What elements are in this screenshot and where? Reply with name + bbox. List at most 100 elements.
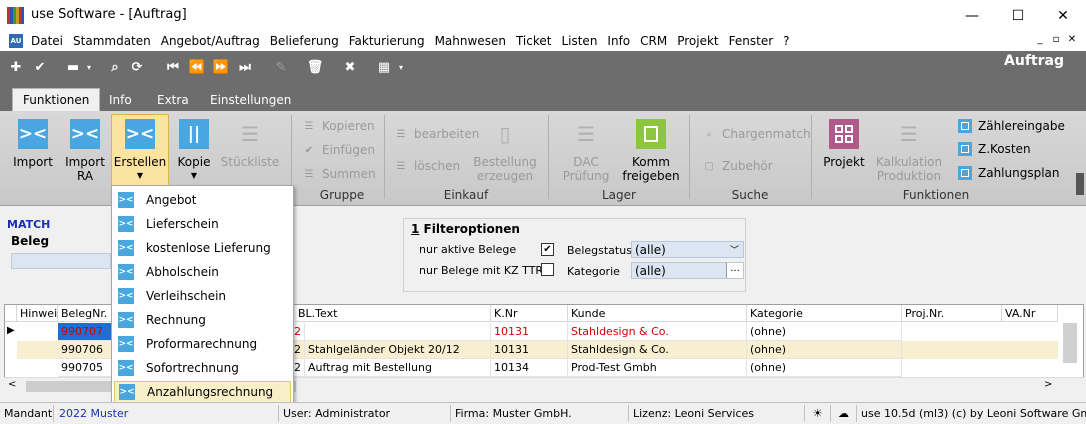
- print-icon[interactable]: ▬: [64, 58, 82, 76]
- sun-icon[interactable]: ☀: [805, 405, 831, 422]
- dac-pruefung-button[interactable]: ☰ DAC Prüfung: [561, 119, 611, 183]
- search-icon[interactable]: ⌕: [106, 58, 124, 76]
- nur-kz-ttr-checkbox[interactable]: [541, 263, 554, 276]
- mdi-app-icon[interactable]: AU: [9, 34, 23, 48]
- cancel-x-icon[interactable]: ✖: [341, 58, 359, 76]
- projekt-button[interactable]: Projekt: [822, 119, 866, 169]
- grid-vscroll-thumb[interactable]: [1063, 323, 1077, 363]
- col-kunde[interactable]: Kunde: [568, 305, 747, 322]
- first-record-icon[interactable]: ⏮: [164, 58, 182, 76]
- menu-info[interactable]: Info: [607, 34, 630, 48]
- print-dropdown-icon[interactable]: ▾: [84, 58, 94, 76]
- row2-knr[interactable]: 10131: [491, 341, 568, 359]
- menu-angebot-auftrag[interactable]: Angebot/Auftrag: [161, 34, 260, 48]
- menu-item-angebot[interactable]: >< Angebot: [114, 189, 291, 211]
- row2-kunde[interactable]: Stahldesign & Co.: [568, 341, 747, 359]
- z-kosten-button[interactable]: Z.Kosten: [958, 142, 1031, 156]
- komm-freigeben-button[interactable]: Komm freigeben: [622, 119, 680, 183]
- row2-belegnr[interactable]: 990706: [58, 341, 113, 359]
- row1-knr[interactable]: 10131: [491, 323, 568, 341]
- next-record-icon[interactable]: ⏩: [212, 58, 230, 76]
- col-belegnr[interactable]: BelegNr.: [58, 305, 113, 322]
- edit-pen-icon[interactable]: ✎: [272, 58, 290, 76]
- menu-help[interactable]: ?: [783, 34, 789, 48]
- menu-item-sofortrechnung[interactable]: >< Sofortrechnung: [114, 357, 291, 379]
- col-knr[interactable]: K.Nr: [491, 305, 568, 322]
- loeschen-button[interactable]: ☰ löschen: [394, 159, 461, 173]
- row1-kunde[interactable]: Stahldesign & Co.: [568, 323, 747, 341]
- einfuegen-button[interactable]: ✔ Einfügen: [302, 143, 375, 157]
- row3-belegnr[interactable]: 990705: [58, 359, 113, 377]
- col-projnr[interactable]: Proj.Nr.: [902, 305, 1002, 322]
- nur-aktive-checkbox[interactable]: ✔: [541, 243, 554, 256]
- menu-item-lieferschein[interactable]: >< Lieferschein: [114, 213, 291, 235]
- row3-kunde[interactable]: Prod-Test Gmbh: [568, 359, 747, 377]
- tab-extra[interactable]: Extra: [147, 88, 199, 111]
- ribbon-scroll-handle[interactable]: [1076, 173, 1084, 195]
- row3-kategorie[interactable]: (ohne): [747, 359, 902, 377]
- scroll-right-icon[interactable]: >: [1044, 379, 1052, 390]
- beleg-input[interactable]: [11, 253, 111, 269]
- belegstatus-select[interactable]: (alle) ﹀: [631, 241, 744, 258]
- kopie-button[interactable]: || Kopie ▼: [176, 119, 212, 183]
- add-icon[interactable]: ✚: [7, 58, 25, 76]
- mdi-close-icon[interactable]: ✕: [1064, 34, 1080, 45]
- menu-fakturierung[interactable]: Fakturierung: [349, 34, 425, 48]
- menu-listen[interactable]: Listen: [561, 34, 597, 48]
- scroll-left-icon[interactable]: <: [8, 379, 16, 390]
- menu-stammdaten[interactable]: Stammdaten: [73, 34, 151, 48]
- tab-info[interactable]: Info: [99, 88, 142, 111]
- col-vanr[interactable]: VA.Nr: [1002, 305, 1058, 322]
- mdi-restore-icon[interactable]: ▫: [1048, 34, 1064, 45]
- menu-fenster[interactable]: Fenster: [729, 34, 774, 48]
- previous-record-icon[interactable]: ⏪: [188, 58, 206, 76]
- refresh-icon[interactable]: ⟳: [128, 58, 146, 76]
- bearbeiten-button[interactable]: ☰ bearbeiten: [394, 127, 480, 141]
- menu-item-abholschein[interactable]: >< Abholschein: [114, 261, 291, 283]
- row3-knr[interactable]: 10134: [491, 359, 568, 377]
- row1-bl-text[interactable]: [305, 323, 491, 341]
- menu-item-proformarechnung[interactable]: >< Proformarechnung: [114, 333, 291, 355]
- menu-projekt[interactable]: Projekt: [677, 34, 718, 48]
- bestellung-erzeugen-button[interactable]: ▯ Bestellung erzeugen: [473, 119, 536, 183]
- minimize-button[interactable]: —: [949, 0, 995, 31]
- menu-datei[interactable]: Datei: [31, 34, 63, 48]
- row3-bl-text[interactable]: Auftrag mit Bestellung: [305, 359, 491, 377]
- menu-belieferung[interactable]: Belieferung: [270, 34, 339, 48]
- erstellen-button[interactable]: >< Erstellen ▼: [111, 114, 169, 186]
- zaehlereingabe-button[interactable]: Zählereingabe: [958, 119, 1065, 133]
- col-hinweis[interactable]: Hinweis: [17, 305, 63, 322]
- tab-einstellungen[interactable]: Einstellungen: [200, 88, 301, 111]
- maximize-button[interactable]: ☐: [995, 0, 1041, 31]
- summen-button[interactable]: ☰ Summen: [302, 167, 376, 181]
- menu-item-rechnung[interactable]: >< Rechnung: [114, 309, 291, 331]
- chargenmatch-button[interactable]: ⌕ Chargenmatch: [702, 127, 810, 141]
- mdi-minimize-icon[interactable]: _: [1032, 34, 1048, 45]
- menu-mahnwesen[interactable]: Mahnwesen: [435, 34, 506, 48]
- stueckliste-button[interactable]: ☰ Stückliste: [221, 119, 279, 169]
- grid-dropdown-icon[interactable]: ▾: [396, 58, 406, 76]
- menu-crm[interactable]: CRM: [640, 34, 667, 48]
- import-button[interactable]: >< Import: [13, 119, 53, 169]
- import-ra-button[interactable]: >< Import RA: [64, 119, 106, 183]
- menu-item-anzahlungsrechnung[interactable]: >< Anzahlungsrechnung: [114, 381, 291, 403]
- zubehoer-button[interactable]: ▢ Zubehör: [702, 159, 772, 173]
- kalkulation-produktion-button[interactable]: ☰ Kalkulation Produktion: [876, 119, 942, 183]
- col-kategorie[interactable]: Kategorie: [747, 305, 902, 322]
- row2-bl-text[interactable]: Stahlgeländer Objekt 20/12: [305, 341, 491, 359]
- app-icon[interactable]: [7, 7, 24, 24]
- kategorie-select[interactable]: (alle) ...: [631, 262, 744, 279]
- menu-ticket[interactable]: Ticket: [516, 34, 552, 48]
- menu-item-verleihschein[interactable]: >< Verleihschein: [114, 285, 291, 307]
- close-button[interactable]: ✕: [1040, 0, 1086, 31]
- row1-kategorie[interactable]: (ohne): [747, 323, 902, 341]
- kopieren-button[interactable]: ☰ Kopieren: [302, 119, 375, 133]
- tab-funktionen[interactable]: Funktionen: [12, 88, 101, 111]
- save-check-icon[interactable]: ✔: [31, 58, 49, 76]
- row2-kategorie[interactable]: (ohne): [747, 341, 902, 359]
- last-record-icon[interactable]: ⏭: [236, 58, 254, 76]
- mandant-value[interactable]: 2022 Muster: [55, 405, 279, 422]
- col-bl-text[interactable]: BL.Text: [295, 305, 491, 322]
- cloud-icon[interactable]: ☁: [831, 405, 857, 422]
- grid-view-icon[interactable]: ▦: [375, 58, 393, 76]
